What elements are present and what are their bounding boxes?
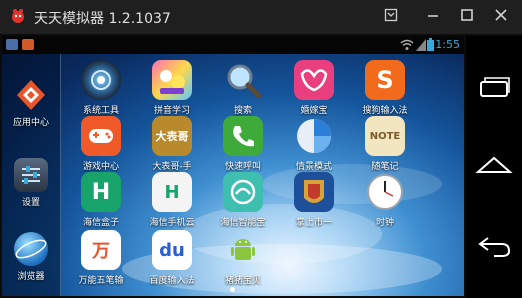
app-label: 猪猪宝贝 [224,276,261,286]
app-label: 时钟 [375,218,394,228]
dabiaoge-icon: 大表哥 [152,116,192,156]
app-label: 游戏中心 [82,162,119,172]
app-pinyin[interactable]: 拼音学习 [143,60,201,116]
app-sogou-input[interactable]: S 搜狗输入法 [356,60,414,116]
app-notification-icon [22,39,34,50]
app-search[interactable]: 搜索 [214,60,272,116]
scene-mode-icon [294,116,334,156]
clock-icon [365,172,405,212]
sidebar: 应用中心 设置 浏览器 [2,54,61,296]
app-android[interactable]: 猪猪宝贝 [214,230,272,286]
sidebar-item-label: 设置 [21,198,40,208]
app-label: 百度输入法 [149,276,195,286]
navigation-bar [466,36,522,298]
app-quick-call[interactable]: 快速呼叫 [214,116,272,172]
app-label: 快速呼叫 [224,162,261,172]
minimize-icon[interactable] [424,8,442,26]
app-label: 随笔记 [371,162,399,172]
window-title: 天天模拟器 1.2.1037 [34,11,171,27]
app-scene-mode[interactable]: 情景模式 [285,116,343,172]
app-label: 搜狗输入法 [362,106,408,116]
app-label: 大表哥-手 [152,162,192,172]
sidebar-item-settings[interactable]: 设置 [5,158,57,208]
notes-icon: NOTE [365,116,405,156]
page-indicator-dot [230,287,235,292]
sidebar-item-label: 浏览器 [17,272,45,282]
dropdown-icon[interactable] [382,8,400,26]
app-label: 海信盒子 [82,218,119,228]
home-screen: 应用中心 设置 浏览器 系统工具 拼音学习 搜索 婚嫁宝 S 搜狗输入法 游戏中… [2,54,464,296]
app-wubi-input[interactable]: 万 万能五笔输 [72,230,130,286]
android-status-bar: 11:55 [2,36,464,54]
app-label: 情景模式 [295,162,332,172]
hisense-box-icon: H [81,172,121,212]
wifi-icon [400,39,414,50]
app-glyph: 万 [92,241,110,262]
app-label: 搜索 [233,106,252,116]
home-icon[interactable] [474,148,514,184]
baidu-input-icon: du [152,230,192,270]
app-label: 系统工具 [82,106,119,116]
notification-icon [6,39,18,50]
app-label: 海信手机云 [149,218,195,228]
app-label: 万能五笔输 [78,276,124,286]
app-hisense-box[interactable]: H 海信盒子 [72,172,130,228]
sogou-input-icon: S [365,60,405,100]
app-hisense-cloud[interactable]: H 海信手机云 [143,172,201,228]
sidebar-item-label: 应用中心 [12,118,49,128]
pinyin-icon [152,60,192,100]
app-hisense-smart[interactable]: 海信智能宝 [214,172,272,228]
signal-icon [416,39,426,51]
app-glyph: H [164,181,180,203]
app-dabiaoge[interactable]: 大表哥 大表哥-手 [143,116,201,172]
back-icon[interactable] [474,226,514,262]
app-game-center[interactable]: 游戏中心 [72,116,130,172]
system-tools-icon [81,60,121,100]
app-glyph: S [376,66,394,94]
browser-icon [14,232,48,266]
app-label: 海信智能宝 [220,218,266,228]
title-bar: 天天模拟器 1.2.1037 [0,0,522,34]
app-center-icon [14,78,48,112]
hisense-cloud-icon: H [152,172,192,212]
app-notes[interactable]: NOTE 随笔记 [356,116,414,172]
game-center-icon [81,116,121,156]
quick-call-icon [223,116,263,156]
hisense-smart-icon [223,172,263,212]
palm-city-icon [294,172,334,212]
status-time: 11:55 [428,38,460,51]
sidebar-item-browser[interactable]: 浏览器 [5,232,57,282]
wubi-input-icon: 万 [81,230,121,270]
app-glyph: 大表哥 [155,130,189,143]
app-baidu-input[interactable]: du 百度输入法 [143,230,201,286]
recent-apps-icon[interactable] [474,70,514,106]
app-label: 掌上市一 [295,218,332,228]
app-wedding[interactable]: 婚嫁宝 [285,60,343,116]
app-palm-city[interactable]: 掌上市一 [285,172,343,228]
app-glyph: NOTE [369,130,401,142]
sidebar-item-app-center[interactable]: 应用中心 [5,78,57,128]
close-icon[interactable] [492,8,510,26]
app-label: 婚嫁宝 [300,106,328,116]
android-icon [223,230,263,270]
app-logo-icon [12,9,24,23]
app-clock[interactable]: 时钟 [356,172,414,228]
maximize-icon[interactable] [458,8,476,26]
app-label: 拼音学习 [153,106,190,116]
app-system-tools[interactable]: 系统工具 [72,60,130,116]
settings-icon [14,158,48,192]
app-glyph: H [91,179,111,205]
app-glyph: du [159,239,185,261]
wedding-icon [294,60,334,100]
search-icon [223,60,263,100]
